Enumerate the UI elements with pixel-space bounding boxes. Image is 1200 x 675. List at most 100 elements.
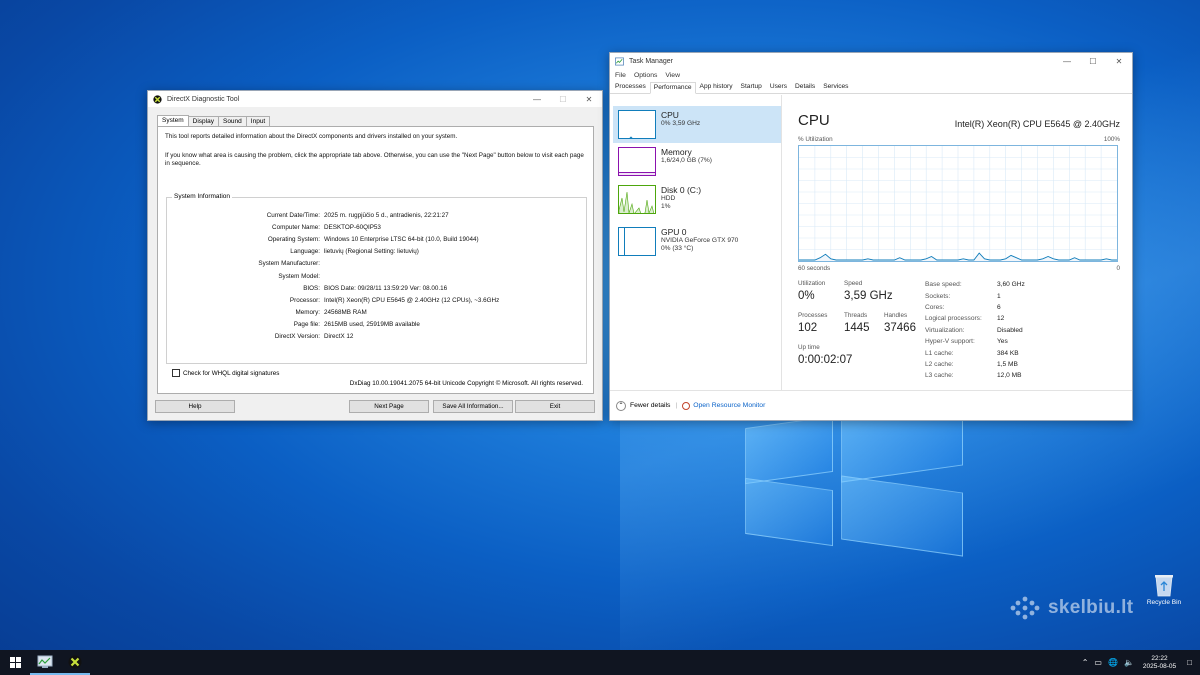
clock[interactable]: 22:22 2025-08-05 <box>1143 655 1176 671</box>
stat-processes-value: 102 <box>798 322 818 334</box>
system-info-row: Computer Name: DESKTOP-60QIP53 <box>167 221 586 233</box>
system-info-key: DirectX Version: <box>274 333 320 341</box>
tab-processes[interactable]: Processes <box>611 81 650 93</box>
menu-bar: File Options View <box>610 69 1132 81</box>
dxdiag-titlebar[interactable]: DirectX Diagnostic Tool — ☐ ✕ <box>148 91 602 107</box>
cpu-spec-value: 12,0 MB <box>997 372 1022 380</box>
task-manager-footer: ⌃ Fewer details | Open Resource Monitor <box>610 390 1132 420</box>
help-button[interactable]: Help <box>155 400 235 413</box>
graph-label-max: 100% <box>1103 136 1120 143</box>
exit-button[interactable]: Exit <box>515 400 595 413</box>
tab-app-history[interactable]: App history <box>696 81 737 93</box>
minimize-icon[interactable]: — <box>1054 53 1080 69</box>
system-info-value: 2025 m. rugpjūčio 5 d., antradienis, 22:… <box>324 211 449 219</box>
start-button[interactable] <box>0 650 30 675</box>
divider: | <box>675 402 678 409</box>
system-info-value: DirectX 12 <box>324 333 354 341</box>
tab-startup[interactable]: Startup <box>737 81 766 93</box>
close-icon[interactable]: ✕ <box>576 91 602 107</box>
recycle-bin-label: Recycle Bin <box>1146 599 1182 606</box>
chevron-up-icon[interactable]: ⌃ <box>616 400 626 411</box>
system-information-group: System Information Current Date/Time: 202… <box>166 193 587 364</box>
cpu-spec-key: Hyper-V support: <box>925 338 975 346</box>
intro-text: This tool reports detailed information a… <box>165 133 585 175</box>
clock-date: 2025-08-05 <box>1142 662 1177 670</box>
show-hidden-icons-icon[interactable]: ⌃ <box>1082 658 1089 667</box>
system-info-row: System Manufacturer: <box>167 258 586 270</box>
fewer-details-link[interactable]: Fewer details <box>630 402 670 409</box>
cpu-spec-value: 1 <box>997 292 1001 300</box>
resource-disk[interactable]: Disk 0 (C:) HDD 1% <box>613 181 781 218</box>
system-info-row: System Model: <box>167 270 586 282</box>
system-info-key: System Manufacturer: <box>258 260 320 268</box>
resource-memory-name: Memory <box>661 147 692 157</box>
cpu-spec-row: L3 cache: 12,0 MB <box>925 370 1025 381</box>
resource-cpu-name: CPU <box>661 110 679 120</box>
resource-cpu[interactable]: CPU 0% 3,59 GHz <box>613 106 781 143</box>
maximize-icon[interactable]: ☐ <box>550 91 576 107</box>
resource-gpu[interactable]: GPU 0 NVIDIA GeForce GTX 970 0% (33 °C) <box>613 223 781 260</box>
stat-handles-value: 37466 <box>884 322 916 334</box>
graph-label-zero: 0 <box>1116 265 1120 272</box>
taskbar-task-manager[interactable] <box>30 650 60 675</box>
watermark-dots-icon <box>1010 596 1040 620</box>
system-info-row: Current Date/Time: 2025 m. rugpjūčio 5 d.… <box>167 209 586 221</box>
resource-disk-type: HDD <box>661 195 676 202</box>
stat-utilization-label: Utilization <box>798 280 826 287</box>
tab-users[interactable]: Users <box>766 81 791 93</box>
cpu-spec-value: Yes <box>997 338 1008 346</box>
language-icon[interactable]: 🌐 <box>1108 658 1118 667</box>
whql-checkbox-row[interactable]: Check for WHQL digital signatures <box>172 369 279 377</box>
recycle-bin[interactable]: Recycle Bin <box>1143 573 1185 606</box>
task-manager-tabs: Processes Performance App history Startu… <box>610 81 1132 94</box>
system-info-value: BIOS Date: 09/28/11 13:59:29 Ver: 08.00.… <box>324 284 448 292</box>
resource-memory[interactable]: Memory 1,6/24,0 GB (7%) <box>613 143 781 180</box>
resource-disk-usage: 1% <box>661 203 671 210</box>
copyright-text: DxDiag 10.00.19041.2075 64-bit Unicode C… <box>349 380 583 387</box>
cpu-spec-row: Cores: 6 <box>925 302 1025 313</box>
recycle-bin-icon <box>1155 575 1173 597</box>
intro-paragraph-2: If you know what area is causing the pro… <box>165 152 584 167</box>
network-icon[interactable]: ▭ <box>1094 658 1102 667</box>
watermark: skelbiu.lt <box>1008 596 1133 620</box>
open-resource-monitor-link[interactable]: Open Resource Monitor <box>693 402 765 409</box>
cpu-specification-list: Base speed: 3,60 GHz Sockets: 1 Cores: 6 Logic… <box>925 279 1025 382</box>
task-manager-titlebar[interactable]: Task Manager — ☐ ✕ <box>610 53 1132 69</box>
cpu-spec-key: Sockets: <box>925 292 951 300</box>
tab-services[interactable]: Services <box>819 81 852 93</box>
cpu-spec-row: Virtualization: Disabled <box>925 325 1025 336</box>
menu-file[interactable]: File <box>615 72 626 79</box>
stat-speed-label: Speed <box>844 280 863 287</box>
minimize-icon[interactable]: — <box>524 91 550 107</box>
directx-taskbar-icon <box>68 655 82 668</box>
volume-icon[interactable]: 🔈 <box>1124 658 1134 667</box>
tab-details[interactable]: Details <box>791 81 819 93</box>
system-info-row: Language: lietuvių (Regional Setting: lie… <box>167 246 586 258</box>
stat-processes: Processes 102 <box>798 312 827 334</box>
next-page-button[interactable]: Next Page <box>349 400 429 413</box>
task-manager-taskbar-icon <box>37 655 53 668</box>
stat-speed-value: 3,59 GHz <box>844 290 893 302</box>
stat-uptime-value: 0:00:02:07 <box>798 354 853 366</box>
close-icon[interactable]: ✕ <box>1106 53 1132 69</box>
system-info-key: Operating System: <box>267 235 320 243</box>
tab-performance[interactable]: Performance <box>649 82 696 94</box>
resource-monitor-icon <box>682 401 691 410</box>
menu-options[interactable]: Options <box>634 72 657 79</box>
clock-time: 22:22 <box>1151 654 1168 662</box>
menu-view[interactable]: View <box>665 72 680 79</box>
maximize-icon[interactable]: ☐ <box>1080 53 1106 69</box>
system-info-value: 24568MB RAM <box>324 309 367 317</box>
task-manager-icon <box>615 57 624 65</box>
cpu-spec-key: L2 cache: <box>925 360 954 368</box>
taskbar-dxdiag[interactable] <box>60 650 90 675</box>
whql-checkbox[interactable] <box>172 369 180 377</box>
system-info-value: lietuvių (Regional Setting: lietuvių) <box>324 248 419 256</box>
tab-system[interactable]: System <box>157 115 189 126</box>
notifications-icon[interactable]: □ <box>1187 658 1192 667</box>
whql-label: Check for WHQL digital signatures <box>183 369 280 377</box>
cpu-spec-key: Logical processors: <box>925 315 982 323</box>
save-all-information-button[interactable]: Save All Information... <box>433 400 513 413</box>
resource-gpu-model: NVIDIA GeForce GTX 970 <box>661 237 739 244</box>
system-info-key: Memory: <box>295 309 321 317</box>
